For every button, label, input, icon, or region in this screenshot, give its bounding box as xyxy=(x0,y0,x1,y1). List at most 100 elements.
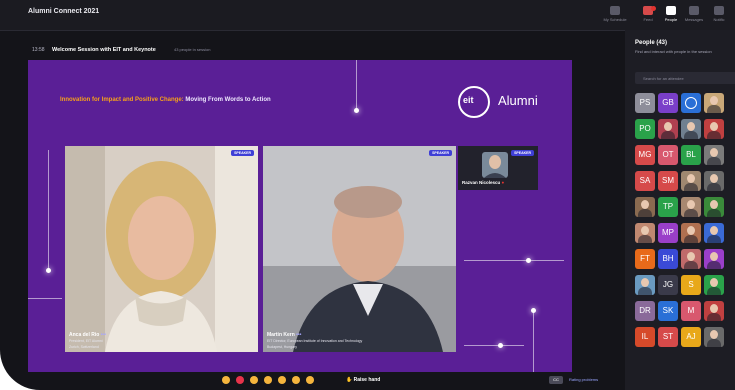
speaker-tile-razvan[interactable]: SPEAKER Razvan Nicolescu ● xyxy=(458,146,538,190)
speaker-tile-anca[interactable]: SPEAKER Anca del Rio ••• President, EIT … xyxy=(65,146,258,352)
attendee-avatar[interactable] xyxy=(704,223,724,243)
thinking-icon[interactable] xyxy=(306,376,314,384)
speaker-role: President, EIT Alumni xyxy=(69,339,103,343)
attendee-avatar[interactable] xyxy=(704,327,724,347)
speaker-location: Budapest, Hungary xyxy=(267,345,297,349)
attendee-avatar[interactable]: PS xyxy=(635,93,655,113)
attendee-avatar[interactable]: FT xyxy=(635,249,655,269)
people-panel: People (43) Find and interact with peopl… xyxy=(625,30,735,390)
attendee-avatar[interactable] xyxy=(704,301,724,321)
avatar-photo xyxy=(641,200,649,209)
attendee-avatar[interactable] xyxy=(681,93,701,113)
attendee-avatar[interactable]: MP xyxy=(658,223,678,243)
attendee-avatar[interactable] xyxy=(704,119,724,139)
nav-my-schedule[interactable]: My Schedule xyxy=(600,6,630,28)
attendee-avatar[interactable] xyxy=(635,275,655,295)
session-title: Welcome Session with EIT and Keynote xyxy=(52,47,156,53)
avatar-photo-body xyxy=(638,235,652,243)
attendee-avatar[interactable]: S xyxy=(681,275,701,295)
slogan-highlight: Innovation for Impact and Positive Chang… xyxy=(60,97,184,103)
session-header: 13:58 Welcome Session with EIT and Keyno… xyxy=(0,44,600,58)
attendee-avatar[interactable] xyxy=(635,223,655,243)
attendee-avatar[interactable] xyxy=(681,223,701,243)
avatar-initials: FT xyxy=(640,254,650,263)
bell-icon xyxy=(714,6,724,15)
speaker-menu-dots: ••• xyxy=(100,332,106,338)
attendee-avatar[interactable] xyxy=(704,249,724,269)
avatar-photo-body xyxy=(707,261,721,269)
avatar-photo xyxy=(710,226,718,235)
clap-icon[interactable] xyxy=(222,376,230,384)
speaker-name: Razvan Nicolescu ● xyxy=(462,180,504,185)
decor-node xyxy=(354,108,359,113)
video-stage: Innovation for Impact and Positive Chang… xyxy=(28,60,572,372)
avatar-photo-body xyxy=(684,261,698,269)
avatar-initials: MG xyxy=(638,150,652,159)
decor-line xyxy=(48,150,49,270)
rating-problems-link[interactable]: Rating problems xyxy=(569,377,598,382)
raise-hand-button[interactable]: ✋ Raise hand xyxy=(346,374,384,386)
attendee-avatar[interactable] xyxy=(658,119,678,139)
attendee-avatar[interactable] xyxy=(704,145,724,165)
hand-icon: ✋ xyxy=(346,377,353,383)
avatar-initials: M xyxy=(687,306,695,315)
speaker-name-text: Anca del Rio xyxy=(69,332,100,338)
attendee-avatar[interactable] xyxy=(704,171,724,191)
attendee-avatar[interactable]: JG xyxy=(658,275,678,295)
speaker-name-text: Razvan Nicolescu xyxy=(462,180,501,185)
slogan-rest: Moving From Words to Action xyxy=(183,97,271,103)
decor-node xyxy=(531,308,536,313)
avatar-photo xyxy=(710,148,718,157)
decor-node xyxy=(46,268,51,273)
avatar-initials: BL xyxy=(686,150,696,159)
decor-line xyxy=(356,60,357,110)
heart-icon[interactable] xyxy=(236,376,244,384)
attendee-avatar[interactable]: MG xyxy=(635,145,655,165)
avatar-photo-body xyxy=(684,209,698,217)
captions-button[interactable]: CC xyxy=(549,376,563,384)
attendee-avatar[interactable]: OT xyxy=(658,145,678,165)
nav-label: People xyxy=(664,17,678,22)
avatar-photo-body xyxy=(638,209,652,217)
session-time: 13:58 xyxy=(32,47,45,53)
wow-icon[interactable] xyxy=(278,376,286,384)
laugh-icon[interactable] xyxy=(264,376,272,384)
nav-notifications[interactable]: Notific xyxy=(704,6,734,28)
attendee-avatar[interactable] xyxy=(681,197,701,217)
attendee-avatar[interactable]: M xyxy=(681,301,701,321)
avatar-photo-body xyxy=(707,339,721,347)
speaker-badge: SPEAKER xyxy=(429,150,452,156)
attendee-avatar[interactable] xyxy=(681,249,701,269)
avatar-photo-body xyxy=(707,313,721,321)
attendee-avatar[interactable]: TP xyxy=(658,197,678,217)
speaker-menu-dots: ••• xyxy=(296,332,302,338)
attendee-avatar[interactable]: DR xyxy=(635,301,655,321)
attendee-avatar[interactable] xyxy=(704,93,724,113)
attendee-avatar[interactable]: IL xyxy=(635,327,655,347)
attendee-avatar[interactable]: ST xyxy=(658,327,678,347)
attendee-avatar[interactable]: BH xyxy=(658,249,678,269)
attendee-avatar[interactable] xyxy=(635,197,655,217)
avatar-photo-body xyxy=(707,235,721,243)
attendee-avatar[interactable] xyxy=(681,119,701,139)
attendee-search-input[interactable]: Search for an attendee xyxy=(635,72,735,84)
attendee-avatar[interactable] xyxy=(681,171,701,191)
decor-node xyxy=(498,343,503,348)
attendee-avatar[interactable] xyxy=(704,275,724,295)
attendee-avatar[interactable]: BL xyxy=(681,145,701,165)
avatar-initials: PO xyxy=(639,124,651,133)
attendee-avatar[interactable]: SK xyxy=(658,301,678,321)
attendee-avatar[interactable]: AJ xyxy=(681,327,701,347)
attendee-avatar[interactable] xyxy=(704,197,724,217)
attendee-avatar[interactable]: PO xyxy=(635,119,655,139)
attendee-avatar[interactable]: SA xyxy=(635,171,655,191)
avatar-initials: S xyxy=(688,280,694,289)
avatar-photo xyxy=(664,122,672,131)
nav-label: Notific xyxy=(713,17,725,22)
speaker-tile-martin[interactable]: SPEAKER Martin Kern ••• EIT Director, Eu… xyxy=(263,146,456,352)
party-icon[interactable] xyxy=(292,376,300,384)
attendee-avatar[interactable]: SM xyxy=(658,171,678,191)
people-panel-subtitle: Find and interact with people in the ses… xyxy=(635,49,712,54)
attendee-avatar[interactable]: GB xyxy=(658,93,678,113)
thumbs-up-icon[interactable] xyxy=(250,376,258,384)
